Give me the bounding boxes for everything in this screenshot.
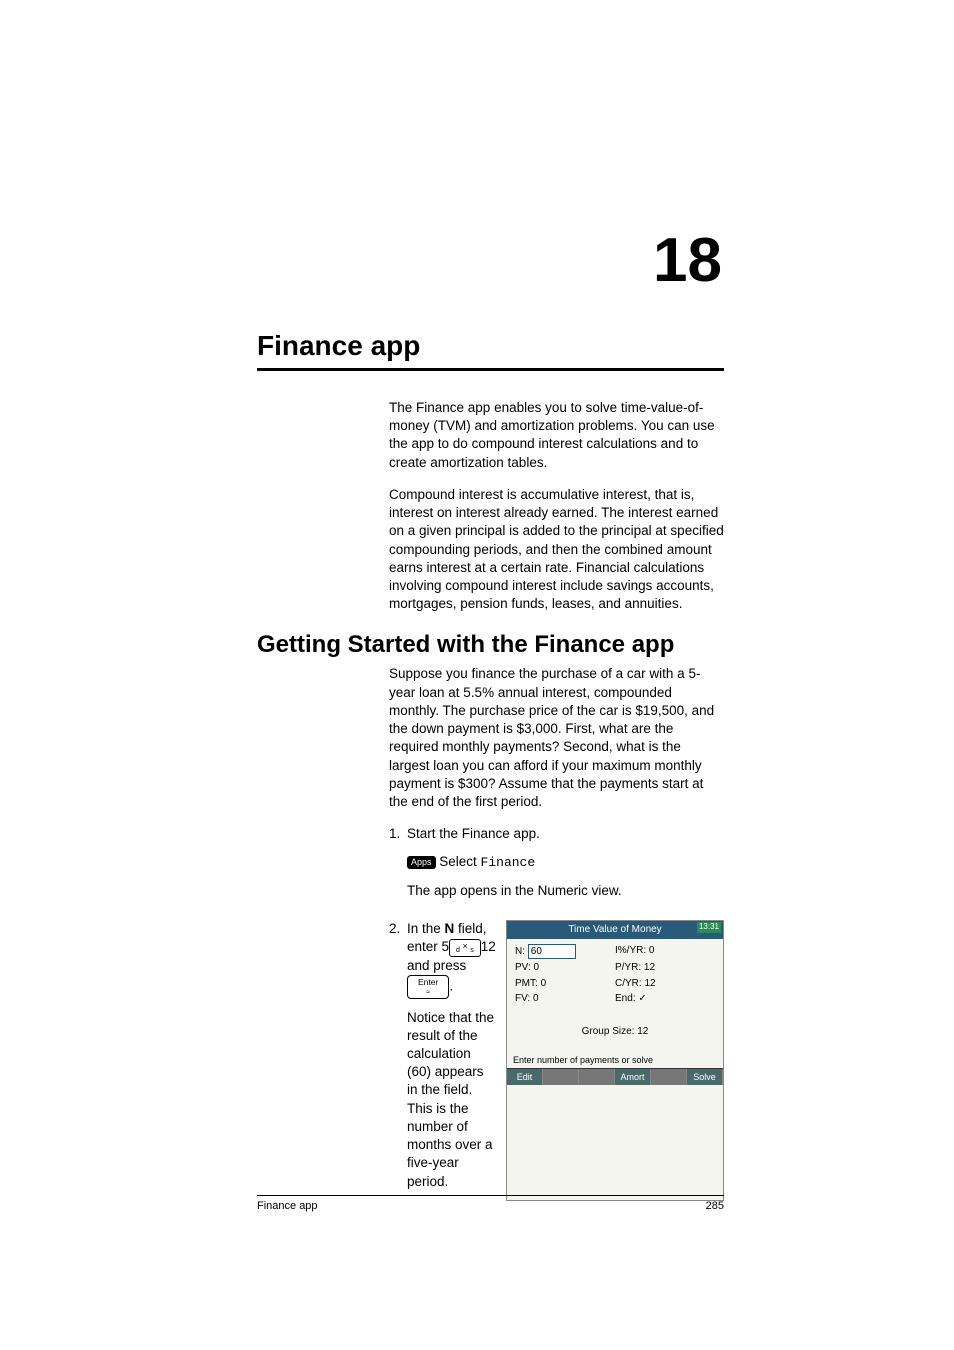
step1-action: Apps Select Finance (407, 853, 724, 872)
pv-value: 0 (534, 962, 540, 973)
page-number: 285 (706, 1200, 724, 1212)
step1-select-text: Select (436, 854, 481, 869)
footer-left: Finance app (257, 1200, 318, 1212)
n-field-label: N (445, 921, 455, 936)
pyr-value: 12 (644, 962, 655, 973)
menu-amort: Amort (615, 1069, 651, 1085)
section-intro: Suppose you finance the purchase of a ca… (389, 665, 724, 811)
iyr-value: 0 (649, 945, 655, 956)
menu-blank-2 (579, 1069, 615, 1085)
section-title: Getting Started with the Finance app (257, 631, 724, 659)
menu-solve: Solve (687, 1069, 723, 1085)
menu-edit: Edit (507, 1069, 543, 1085)
main-title: Finance app (257, 330, 724, 371)
pmt-label: PMT: (515, 978, 538, 989)
enter-key-icon: Enter≈ (407, 975, 449, 999)
finance-label: Finance (481, 855, 536, 870)
chapter-number: 18 (653, 225, 722, 296)
fv-label: FV: (515, 993, 530, 1004)
screenshot-hint: Enter number of payments or solve (507, 1052, 723, 1068)
menu-blank-1 (543, 1069, 579, 1085)
step2-notice: Notice that the result of the calculatio… (407, 1009, 496, 1191)
intro-paragraph-1: The Finance app enables you to solve tim… (389, 399, 724, 472)
pyr-label: P/YR: (615, 962, 641, 973)
group-size: Group Size: 12 (515, 1025, 715, 1039)
end-value-check-icon: ✓ (638, 993, 646, 1004)
apps-key-icon: Apps (407, 856, 436, 869)
screenshot-time: 13:31 (697, 922, 721, 933)
step2-number: 2. (389, 920, 407, 1201)
step2-instruction: In the N field, enter 5d × s12 and press… (407, 920, 496, 998)
step1-number: 1. (389, 825, 407, 910)
multiply-key-icon: d × s (449, 939, 481, 957)
cyr-value: 12 (644, 978, 655, 989)
screenshot-title: Time Value of Money 13:31 (507, 921, 723, 939)
step1-text: Start the Finance app. (407, 825, 724, 843)
menu-blank-3 (651, 1069, 687, 1085)
iyr-label: I%/YR: (615, 945, 646, 956)
cyr-label: C/YR: (615, 978, 642, 989)
pv-label: PV: (515, 962, 531, 973)
intro-paragraph-2: Compound interest is accumulative intere… (389, 486, 724, 614)
calculator-screenshot: Time Value of Money 13:31 N: 60 I%/YR: 0… (506, 920, 724, 1201)
screenshot-menu: Edit Amort Solve (507, 1068, 723, 1085)
fv-value: 0 (533, 993, 539, 1004)
n-row-label: N: (515, 946, 525, 957)
pmt-value: 0 (541, 978, 547, 989)
step1-result: The app opens in the Numeric view. (407, 882, 724, 900)
end-label: End: (615, 993, 636, 1004)
n-input: 60 (528, 944, 576, 960)
